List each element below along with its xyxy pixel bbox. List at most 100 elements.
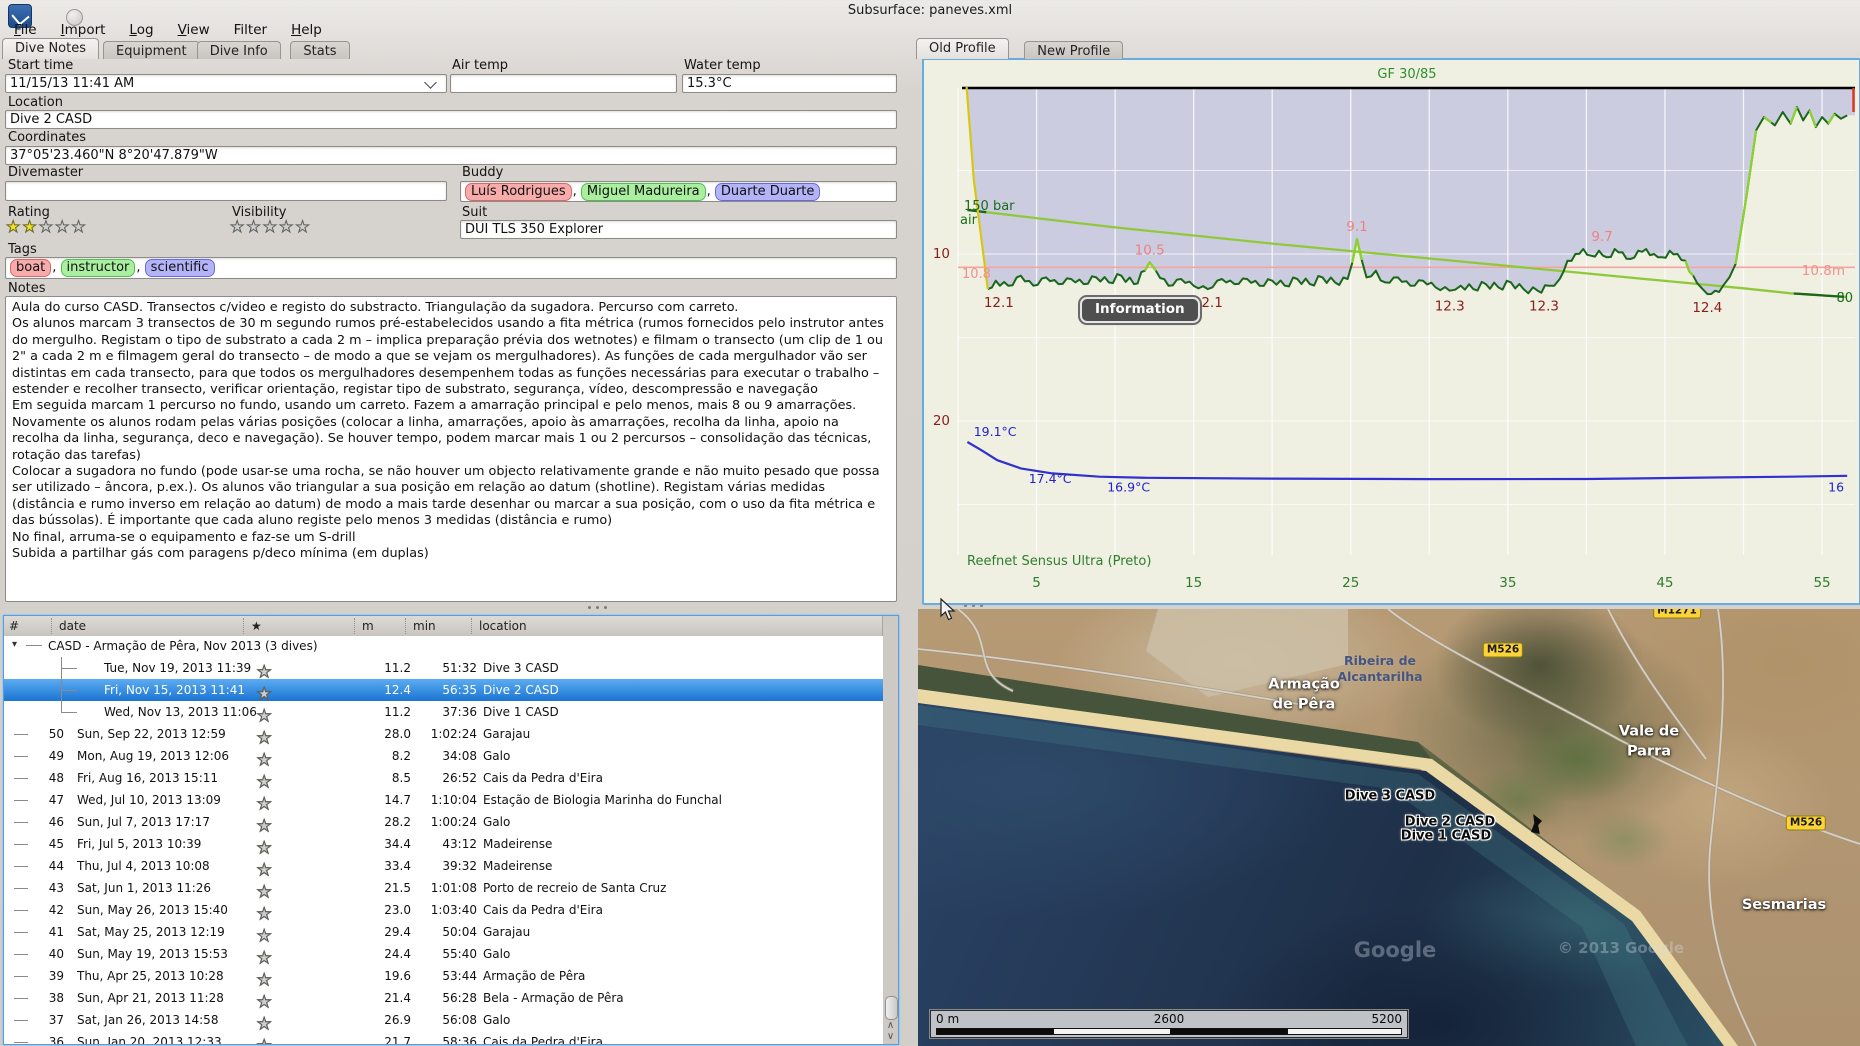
dive-row[interactable]: 40 Sun, May 19, 2013 15:53 ★ ★ ★ ★ ★ 24.4 55:40 G…	[4, 943, 883, 966]
dive-row[interactable]: 44 Thu, Jul 4, 2013 10:08 ★ ★ ★ ★ ★ 33.4 39:32 Ma…	[4, 855, 883, 879]
dive-date: Thu, Apr 25, 2013 10:28	[77, 969, 224, 983]
column-header-min[interactable]: min	[413, 619, 436, 633]
dive-list-header[interactable]: # date ★ m min location	[4, 616, 883, 637]
star-icon: ★	[256, 860, 274, 879]
dive-duration: 1:10:04	[430, 793, 477, 807]
start-pressure-label: 150 bar	[964, 199, 1015, 214]
dive-row[interactable]: 50 Sun, Sep 22, 2013 12:59 ★ ★ ★ ★ ★ 28.0 1:02:2…	[4, 723, 883, 747]
dive-location: Cais da Pedra d'Eira	[483, 1035, 603, 1045]
rating-stars[interactable]: ★★★★★	[5, 217, 88, 236]
dive-date: Sun, Sep 22, 2013 12:59	[77, 727, 226, 741]
road-shield: M1271	[1653, 609, 1701, 619]
dive-row[interactable]: Fri, Nov 15, 2013 11:41 ★ ★ ★ ★ ★ 12.4 56:35 Div…	[4, 679, 883, 702]
dive-depth: 28.2	[384, 815, 411, 829]
location-input[interactable]	[5, 110, 897, 129]
menu-log[interactable]: Log	[117, 19, 165, 42]
column-header-m[interactable]: m	[362, 619, 374, 633]
splitter-handle[interactable]	[588, 606, 610, 610]
dive-row[interactable]: Tue, Nov 19, 2013 11:39 ★ ★ ★ ★ ★ 11.2 51:32 Div…	[4, 657, 883, 680]
dive-row[interactable]: 37 Sat, Jan 26, 2013 14:58 ★ ★ ★ ★ ★ 26.9 56:08 G…	[4, 1009, 883, 1032]
star-icon: ★	[256, 706, 274, 725]
star-icon: ★	[256, 816, 274, 835]
dive-map[interactable]: Armação de Pêra Ribeira de Alcantarilha Va…	[918, 609, 1860, 1046]
column-header-date[interactable]: date	[59, 619, 86, 633]
star-icon: ★	[256, 728, 274, 747]
notes-textarea[interactable]: Aula do curso CASD. Transectos c/video e…	[5, 296, 897, 602]
star-icon: ★	[262, 217, 280, 236]
column-header-num[interactable]: #	[9, 619, 19, 633]
temperature-label: 16.9°C	[1107, 479, 1150, 494]
notes-label: Notes	[8, 281, 46, 296]
dive-site-label[interactable]: Dive 3 CASD	[1345, 789, 1435, 804]
menu-view[interactable]: View	[166, 19, 222, 42]
dive-row[interactable]: Wed, Nov 13, 2013 11:06 ★ ★ ★ ★ ★ 11.2 37:36 Div…	[4, 701, 883, 725]
dive-site-label[interactable]: Dive 2 CASD	[1405, 815, 1495, 830]
dive-list: # date ★ m min location ∧ ∨ ▾ CASD - Armação d…	[3, 615, 899, 1045]
dive-location: Armação de Pêra	[483, 969, 586, 983]
dive-row[interactable]: 39 Thu, Apr 25, 2013 10:28 ★ ★ ★ ★ ★ 19.6 53:44 A…	[4, 965, 883, 988]
start-time-input[interactable]	[5, 74, 447, 93]
dive-row[interactable]: 41 Sat, May 25, 2013 12:19 ★ ★ ★ ★ ★ 29.4 50:04 G…	[4, 921, 883, 944]
trip-group-row[interactable]: ▾ CASD - Armação de Pêra, Nov 2013 (3 div…	[4, 636, 883, 657]
tab-dive-notes[interactable]: Dive Notes	[2, 38, 99, 59]
dive-date: Sat, May 25, 2013 12:19	[77, 925, 225, 939]
dive-depth: 11.2	[384, 661, 411, 675]
expander-icon[interactable]: ▾	[12, 639, 17, 650]
visibility-stars[interactable]: ★★★★★	[229, 217, 312, 236]
map-label: Sesmarias	[1741, 897, 1827, 914]
tags-input[interactable]: boat, instructor, scientific	[5, 257, 897, 279]
dive-date: Sun, May 19, 2013 15:53	[77, 947, 228, 961]
tag-pill: scientific	[144, 259, 215, 277]
dive-depth: 33.4	[384, 859, 411, 873]
air-temp-input[interactable]	[450, 74, 677, 93]
menu-help[interactable]: Help	[279, 19, 334, 42]
star-icon: ★	[256, 882, 274, 901]
divemaster-input[interactable]	[5, 181, 447, 201]
buddy-input[interactable]: Luís Rodrigues, Miguel Madureira, Duarte…	[460, 181, 897, 202]
dive-location: Galo	[483, 815, 511, 829]
divemaster-label: Divemaster	[8, 165, 84, 180]
scroll-down-icon[interactable]: ∨	[884, 1031, 897, 1042]
dive-number: 46	[48, 815, 64, 829]
dive-duration: 50:04	[442, 925, 477, 939]
dive-row[interactable]: 43 Sat, Jun 1, 2013 11:26 ★ ★ ★ ★ ★ 21.5 1:01:08…	[4, 877, 883, 901]
dive-row[interactable]: 42 Sun, May 26, 2013 15:40 ★ ★ ★ ★ ★ 23.0 1:03:4…	[4, 899, 883, 922]
suit-input[interactable]	[460, 220, 897, 239]
coordinates-input[interactable]	[5, 146, 897, 165]
tab-equipment[interactable]: Equipment	[103, 41, 200, 59]
menu-filter[interactable]: Filter	[222, 19, 279, 42]
gf-label: GF 30/85	[1377, 67, 1436, 82]
dive-row[interactable]: 38 Sun, Apr 21, 2013 11:28 ★ ★ ★ ★ ★ 21.4 56:28 B…	[4, 987, 883, 1010]
dive-row[interactable]: 49 Mon, Aug 19, 2013 12:06 ★ ★ ★ ★ ★ 8.2 34:08 Ga…	[4, 745, 883, 768]
dive-list-scrollbar[interactable]: ∧ ∨	[882, 616, 898, 1044]
star-icon: ★	[256, 794, 274, 813]
dive-depth: 11.2	[384, 705, 411, 719]
dive-row[interactable]: 36Sun, Jan 20, 2013 12:33★★★★★21.758:36C…	[4, 1031, 883, 1045]
subsurface-window: { "window": {"title": "Subsurface: panev…	[0, 0, 1860, 1046]
star-icon: ★	[55, 217, 72, 236]
scrollbar-thumb[interactable]	[885, 996, 898, 1020]
column-header-location[interactable]: location	[479, 619, 527, 633]
tab-old-profile[interactable]: Old Profile	[916, 38, 1009, 59]
dive-duration: 58:36	[442, 1035, 477, 1045]
mean-depth-label: 10.8	[962, 267, 991, 282]
scroll-up-icon[interactable]: ∧	[884, 1020, 897, 1031]
dive-date: Fri, Aug 16, 2013 15:11	[77, 771, 219, 785]
dive-depth: 8.5	[391, 771, 411, 785]
water-temp-input[interactable]	[682, 74, 897, 93]
dive-duration: 39:32	[442, 859, 477, 873]
tab-new-profile[interactable]: New Profile	[1024, 41, 1124, 59]
dive-site-label[interactable]: Dive 1 CASD	[1401, 829, 1491, 844]
information-popup[interactable]: Information	[1080, 297, 1200, 323]
tab-stats[interactable]: Stats	[290, 41, 350, 59]
dive-row[interactable]: 48 Fri, Aug 16, 2013 15:11 ★ ★ ★ ★ ★ 8.5 26:52 Ca…	[4, 767, 883, 790]
tab-dive-info[interactable]: Dive Info	[196, 41, 281, 59]
temperature-label: 16	[1828, 479, 1844, 494]
dive-row[interactable]: 47 Wed, Jul 10, 2013 13:09 ★ ★ ★ ★ ★ 14.7 1:10:0…	[4, 789, 883, 813]
dive-row[interactable]: 45 Fri, Jul 5, 2013 10:39 ★ ★ ★ ★ ★ 34.4 43:12 Ma…	[4, 833, 883, 856]
dive-row[interactable]: 46 Sun, Jul 7, 2013 17:17 ★ ★ ★ ★ ★ 28.2 1:00:24…	[4, 811, 883, 835]
profile-plot: GF 30/85 150 barair 80 10.8 10.8m 10 20 5 15 25 35…	[933, 67, 1855, 591]
time-axis-tick: 25	[1342, 575, 1359, 591]
dive-location: Galo	[483, 947, 511, 961]
column-header-stars[interactable]: ★	[251, 619, 262, 633]
